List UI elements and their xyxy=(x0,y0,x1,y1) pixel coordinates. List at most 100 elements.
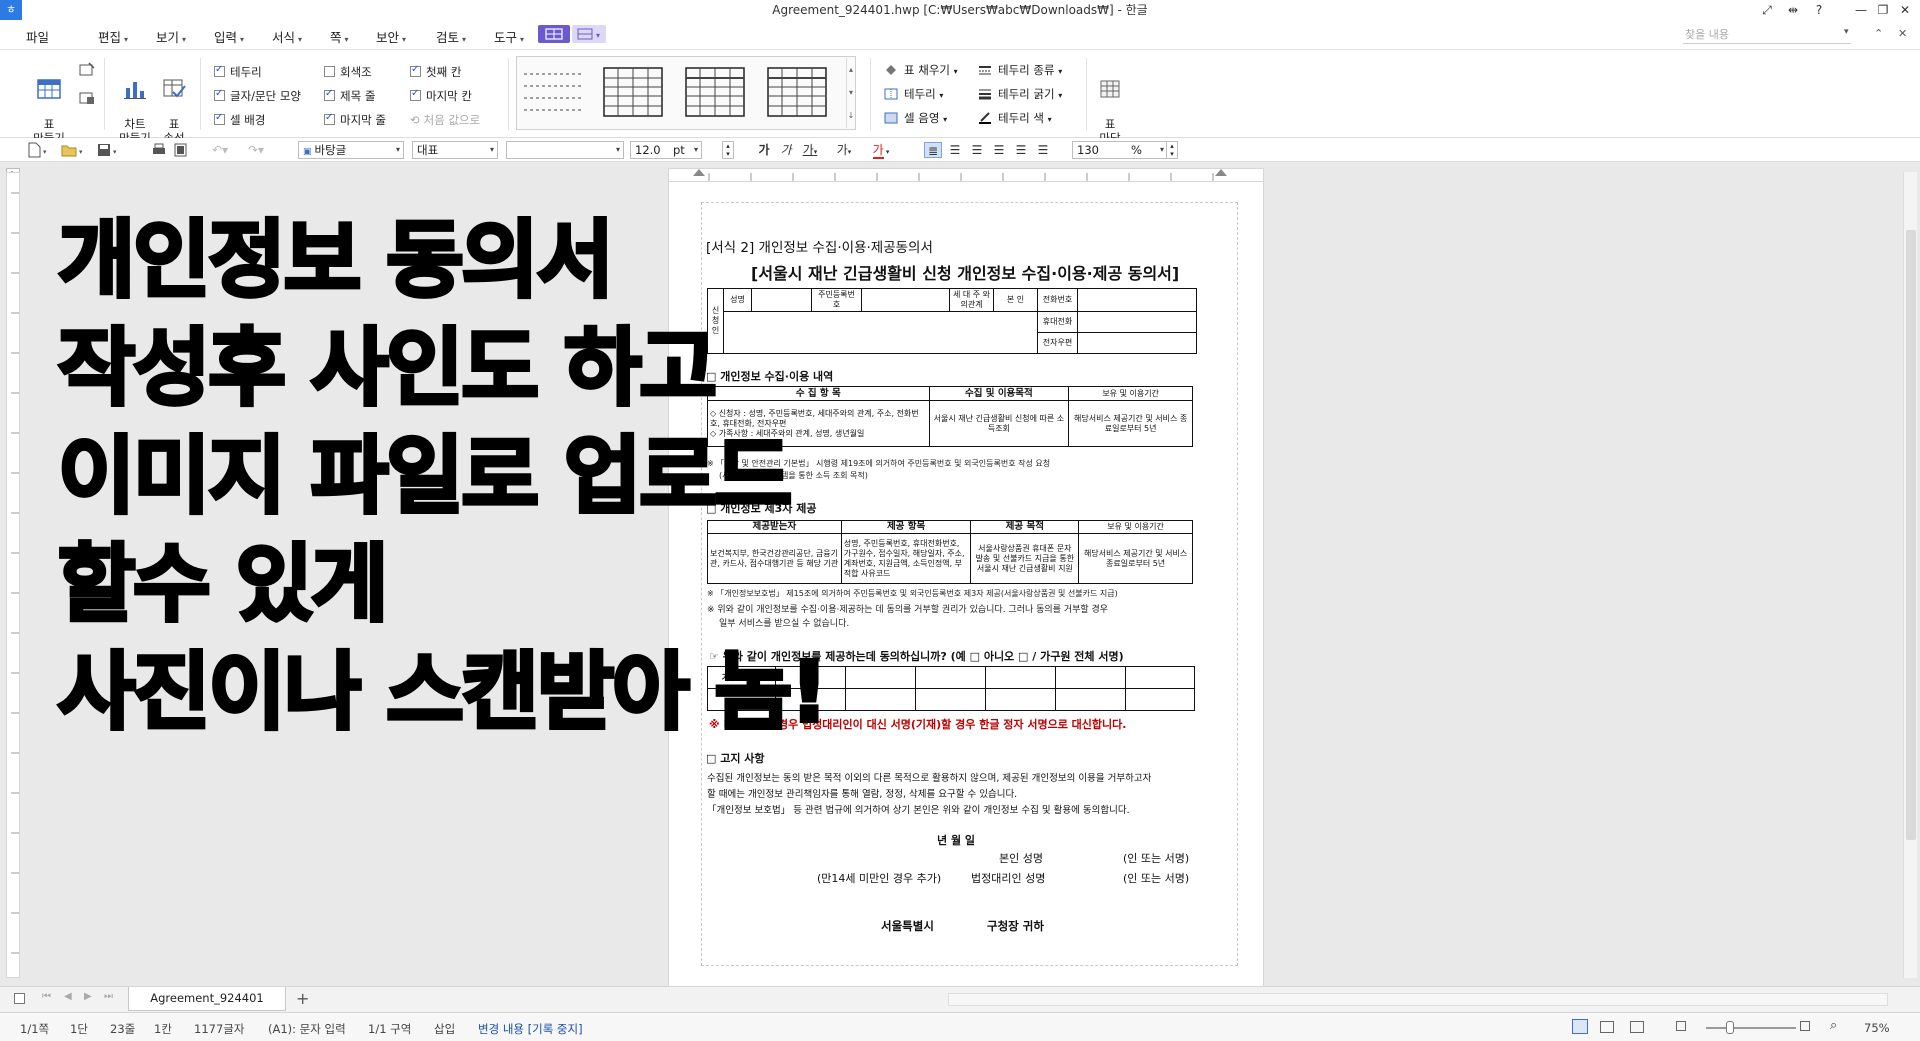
align-justify-icon[interactable]: ≣ xyxy=(924,142,942,158)
align-center-icon[interactable]: ☰ xyxy=(968,142,986,158)
new-doc-icon[interactable]: ▾ xyxy=(26,142,52,158)
last-tab-icon[interactable]: ⏭ xyxy=(104,991,113,1002)
menu-insert[interactable]: 입력 ▾ xyxy=(214,27,244,46)
table-style-grid-2[interactable] xyxy=(682,64,748,120)
save-icon[interactable]: ▾ xyxy=(96,142,122,158)
view-normal-icon[interactable] xyxy=(1572,1019,1588,1034)
style-select[interactable]: ▣ 바탕글 ▾ xyxy=(298,141,404,159)
check-cell-background[interactable]: 셀 배경 xyxy=(214,112,265,128)
close-doc-icon[interactable]: ✕ xyxy=(1898,27,1907,40)
align-distribute-icon[interactable]: ☰ xyxy=(1012,142,1030,158)
zoom-slider[interactable] xyxy=(1706,1027,1796,1029)
table-cell[interactable] xyxy=(1077,311,1197,333)
zoom-slider-thumb[interactable] xyxy=(1726,1021,1734,1034)
zoom-search-icon[interactable]: ⌕ xyxy=(1830,1018,1837,1033)
table-style-dashed[interactable] xyxy=(520,64,586,120)
tab-agreement[interactable]: Agreement_924401 xyxy=(128,987,286,1011)
close-button[interactable]: ✕ xyxy=(1894,0,1916,20)
menu-tools[interactable]: 도구 ▾ xyxy=(494,27,524,46)
print-icon[interactable] xyxy=(150,142,168,158)
table-style-grid-3[interactable] xyxy=(764,64,830,120)
table-cell[interactable] xyxy=(1055,688,1126,711)
zoom-page-icon[interactable] xyxy=(1800,1021,1810,1031)
font-rep-select[interactable]: 대표 ▾ xyxy=(412,141,498,159)
menu-edit[interactable]: 편집 ▾ xyxy=(98,27,128,46)
table-cell[interactable] xyxy=(985,666,1056,689)
align-left-icon[interactable]: ☰ xyxy=(946,142,964,158)
search-input[interactable]: 찾을 내용 xyxy=(1683,27,1851,44)
menu-file[interactable]: 파일 xyxy=(26,27,49,46)
tab-list-icon[interactable] xyxy=(14,993,25,1004)
hangul-app-icon[interactable]: ㅎ xyxy=(0,0,22,20)
menu-format[interactable]: 서식 ▾ xyxy=(272,27,302,46)
table-cell[interactable] xyxy=(1125,666,1195,689)
next-tab-icon[interactable]: ▶ xyxy=(84,991,92,1002)
reset-to-default-button[interactable]: ⟲ 처음 값으로 xyxy=(410,112,480,128)
help-icon[interactable]: ? xyxy=(1808,0,1830,20)
table-properties-button[interactable]: 표 속성 xyxy=(158,64,190,145)
view-page-icon[interactable] xyxy=(1630,1021,1644,1033)
menu-view[interactable]: 보기 ▾ xyxy=(156,27,186,46)
italic-button[interactable]: 가 xyxy=(778,142,794,158)
strike-button[interactable]: 가▾ xyxy=(834,142,854,158)
add-tab-button[interactable]: + xyxy=(296,989,309,1008)
border-color-button[interactable]: 테두리 색 ▾ xyxy=(978,110,1052,126)
status-track-changes[interactable]: 변경 내용 [기록 중지] xyxy=(478,1021,583,1037)
fill-table-button[interactable]: 표 채우기 ▾ xyxy=(884,62,958,78)
menu-review[interactable]: 검토 ▾ xyxy=(436,27,466,46)
table-cell[interactable] xyxy=(1055,666,1126,689)
table-draw-icon[interactable] xyxy=(78,62,96,78)
status-zoom[interactable]: 75% xyxy=(1864,1021,1890,1035)
align-divide-icon[interactable]: ☰ xyxy=(1034,142,1052,158)
menu-security[interactable]: 보안 ▾ xyxy=(376,27,406,46)
table-style-grid-1[interactable] xyxy=(600,64,666,120)
status-page[interactable]: 1/1쪽 xyxy=(20,1021,49,1037)
check-first-col[interactable]: 첫째 칸 xyxy=(410,64,461,80)
vertical-scroll-thumb[interactable] xyxy=(1906,230,1916,840)
table-context-tab[interactable] xyxy=(538,25,570,43)
minimize-button[interactable]: — xyxy=(1850,0,1872,20)
horizontal-scrollbar[interactable] xyxy=(948,993,1888,1006)
table-cell[interactable] xyxy=(1125,688,1195,711)
table-erase-icon[interactable] xyxy=(78,90,96,106)
status-insert-mode[interactable]: 삽입 xyxy=(434,1021,455,1037)
check-grayscale[interactable]: 회색조 xyxy=(324,64,372,80)
underline-button[interactable]: 가▾ xyxy=(800,142,820,158)
preview-icon[interactable] xyxy=(172,142,190,158)
font-size-stepper[interactable]: ▴ ▾ xyxy=(722,141,734,159)
menu-page[interactable]: 쪽 ▾ xyxy=(330,27,349,46)
prev-tab-icon[interactable]: ◀ xyxy=(64,991,72,1002)
restore-button[interactable]: ❐ xyxy=(1872,0,1894,20)
make-chart-button[interactable]: 차트 만들기 xyxy=(114,64,156,145)
make-table-button[interactable]: 표 만들기 xyxy=(26,64,72,145)
fullscreen-icon[interactable]: ⤢ xyxy=(1756,0,1778,20)
check-last-col[interactable]: 마지막 칸 xyxy=(410,88,472,104)
view-wide-icon[interactable] xyxy=(1600,1021,1614,1033)
check-border[interactable]: 테두리 xyxy=(214,64,262,80)
undo-icon[interactable]: ↶▾ xyxy=(208,142,232,158)
cell-shading-button[interactable]: 셀 음영 ▾ xyxy=(884,110,947,126)
first-tab-icon[interactable]: ⏮ xyxy=(42,991,51,1002)
check-title-row[interactable]: 제목 줄 xyxy=(324,88,375,104)
open-folder-icon[interactable]: ▾ xyxy=(60,142,86,158)
zoom-input[interactable]: 130% ▾ xyxy=(1072,141,1168,159)
check-last-row[interactable]: 마지막 줄 xyxy=(324,112,386,128)
zoom-fit-icon[interactable] xyxy=(1676,1021,1686,1031)
redo-icon[interactable]: ↷▾ xyxy=(244,142,268,158)
collapse-ribbon-icon[interactable]: ⌃ xyxy=(1874,27,1883,40)
check-char-para-shape[interactable]: 글자/문단 모양 xyxy=(214,88,301,104)
align-right-icon[interactable]: ☰ xyxy=(990,142,1008,158)
table-cell[interactable] xyxy=(1077,288,1197,312)
bold-button[interactable]: 가 xyxy=(756,142,772,158)
font-color-button[interactable]: 가 ▾ xyxy=(868,142,894,159)
font-select[interactable]: ▾ xyxy=(506,141,624,159)
zoom-stepper[interactable]: ▴ ▾ xyxy=(1166,141,1178,159)
table-layout-tab[interactable]: ▾ xyxy=(572,25,606,43)
table-cell[interactable] xyxy=(985,688,1056,711)
border-type-button[interactable]: 테두리 종류 ▾ xyxy=(978,62,1062,78)
border-button[interactable]: 테두리 ▾ xyxy=(884,86,943,102)
gallery-scroll[interactable]: ▴ ▾ ↓ xyxy=(846,58,855,128)
split-icon[interactable]: ⇹ xyxy=(1782,0,1804,20)
table-madang-button[interactable]: 표 마당 xyxy=(1092,64,1128,145)
search-dropdown-icon[interactable]: ▾ xyxy=(1844,27,1849,37)
